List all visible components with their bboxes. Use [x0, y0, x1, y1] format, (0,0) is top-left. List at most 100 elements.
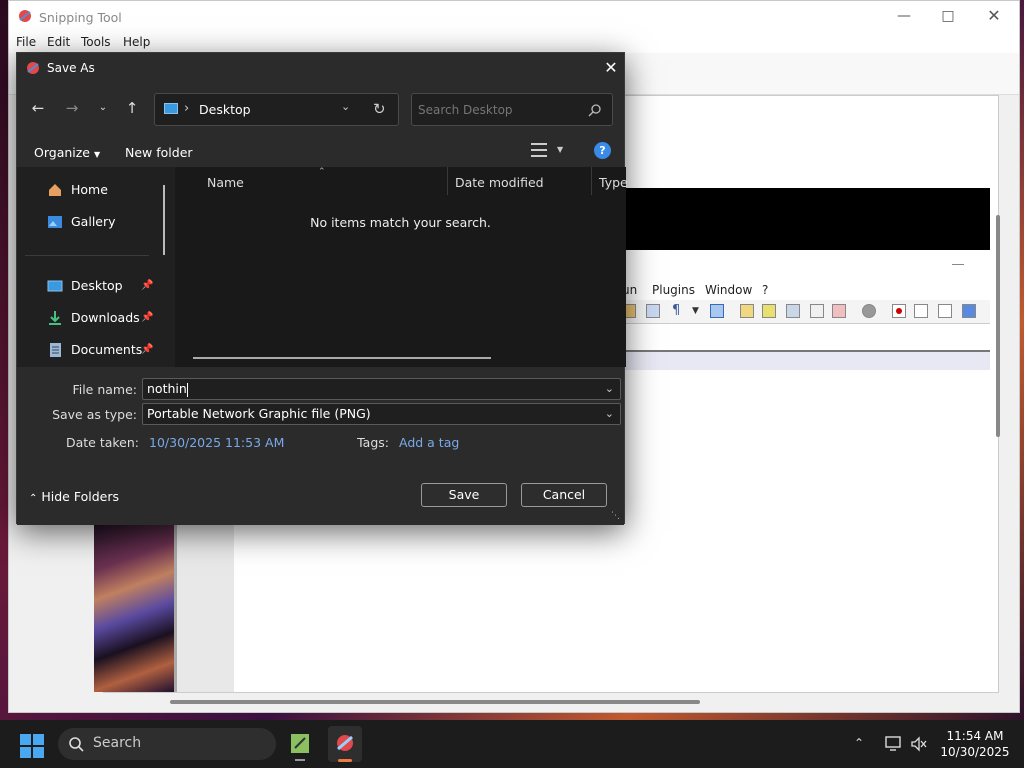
- captured-toolbar: ¶ ▼: [616, 300, 990, 324]
- close-button[interactable]: ✕: [971, 1, 1017, 31]
- horizontal-scrollbar[interactable]: [170, 700, 700, 704]
- vertical-scrollbar[interactable]: [996, 215, 1000, 437]
- save-type-select[interactable]: Portable Network Graphic file (PNG) ⌄: [142, 403, 621, 425]
- snipping-tool-icon: [27, 62, 39, 74]
- search-box[interactable]: [411, 93, 613, 126]
- view-dropdown-icon[interactable]: ▼: [557, 145, 563, 154]
- dialog-close-button[interactable]: ✕: [601, 58, 621, 78]
- pin-icon: 📌: [141, 312, 154, 323]
- sidebar-item-downloads[interactable]: Downloads 📌: [47, 307, 167, 329]
- search-icon: [588, 104, 601, 117]
- volume-muted-icon[interactable]: [910, 736, 928, 752]
- taskbar-search[interactable]: Search: [58, 728, 276, 760]
- note-icon: [762, 304, 776, 318]
- view-options-icon[interactable]: [531, 143, 547, 157]
- sort-up-icon: ⌃: [318, 167, 326, 177]
- help-icon[interactable]: ?: [594, 142, 611, 159]
- menu-tools[interactable]: Tools: [81, 35, 111, 49]
- hide-folders-label: Hide Folders: [41, 489, 119, 504]
- sidebar-item-home[interactable]: Home: [47, 179, 167, 201]
- resize-grip-icon[interactable]: ⋱: [611, 511, 620, 521]
- up-arrow-icon[interactable]: ↑: [121, 97, 143, 119]
- taskbar-search-label: Search: [93, 735, 142, 751]
- chevron-up-icon: ⌃: [29, 493, 38, 504]
- clear-icon: [832, 304, 846, 318]
- menu-help[interactable]: Help: [123, 35, 150, 49]
- sidebar-label: Documents: [71, 342, 143, 357]
- menu-edit[interactable]: Edit: [47, 35, 70, 49]
- navigation-pane: Home Gallery Desktop 📌 Downloads 📌 Docum…: [17, 167, 175, 416]
- snip-titlebar: Snipping Tool — □ ✕: [9, 1, 1019, 33]
- date-taken-value[interactable]: 10/30/2025 11:53 AM: [149, 435, 284, 450]
- captured-menu-help: ?: [762, 283, 769, 297]
- windows-start-icon[interactable]: [20, 734, 44, 758]
- documents-icon: [50, 343, 61, 357]
- indent-icon: [710, 304, 724, 318]
- comment-icon: [862, 304, 876, 318]
- dialog-title: Save As: [47, 61, 95, 75]
- desktop-icon: [164, 103, 178, 114]
- taskbar-clock[interactable]: 11:54 AM 10/30/2025: [930, 728, 1020, 760]
- record-icon: [892, 304, 906, 318]
- column-date-modified[interactable]: Date modified: [455, 175, 544, 190]
- forward-arrow-icon[interactable]: →: [61, 97, 83, 119]
- wallpaper-thumbnail: [94, 520, 174, 692]
- sidebar-label: Gallery: [71, 214, 116, 229]
- tags-label: Tags:: [357, 435, 389, 450]
- taskbar: Search ⌃ 11:54 AM 10/30/2025: [0, 720, 1024, 768]
- notepad-icon: [291, 734, 309, 753]
- fast-forward-icon: [962, 304, 976, 318]
- navigation-scrollbar[interactable]: [163, 185, 165, 255]
- stop-icon: [914, 304, 928, 318]
- edit-doc-icon: [810, 304, 824, 318]
- file-name-input[interactable]: nothin ⌄: [142, 378, 621, 400]
- empty-message: No items match your search.: [310, 215, 491, 230]
- dropdown-icon: ▼: [692, 306, 699, 316]
- pilcrow-icon: ¶: [672, 303, 681, 318]
- organize-button[interactable]: Organize ▼: [34, 145, 100, 160]
- text-caret: [186, 382, 188, 397]
- refresh-icon[interactable]: ↻: [373, 100, 386, 118]
- sidebar-item-desktop[interactable]: Desktop 📌: [47, 275, 167, 297]
- save-button[interactable]: Save: [421, 483, 507, 507]
- minimize-button[interactable]: —: [881, 1, 927, 31]
- gallery-icon: [48, 216, 62, 228]
- organize-chevron-icon: ▼: [93, 150, 101, 159]
- captured-selected-line: [616, 352, 990, 370]
- captured-minimize-glyph: [952, 264, 964, 265]
- cancel-button[interactable]: Cancel: [521, 483, 607, 507]
- show-hidden-icons-chevron-icon[interactable]: ⌃: [854, 736, 864, 750]
- file-name-label: File name:: [72, 382, 137, 397]
- menu-bar: File Edit Tools Help: [9, 33, 1019, 53]
- recent-locations-chevron-icon[interactable]: ⌄: [92, 97, 114, 119]
- save-type-dropdown-icon[interactable]: ⌄: [605, 404, 614, 424]
- menu-file[interactable]: File: [16, 35, 36, 49]
- address-bar[interactable]: › Desktop ⌄ ↻: [154, 93, 399, 126]
- column-header: ⌃ Name Date modified Type: [175, 167, 628, 197]
- pin-icon: 📌: [141, 280, 154, 291]
- search-input[interactable]: [418, 100, 578, 120]
- sidebar-item-documents[interactable]: Documents 📌: [47, 339, 167, 361]
- captured-black-band: [620, 188, 990, 250]
- list-horizontal-scrollbar[interactable]: [193, 357, 491, 359]
- back-arrow-icon[interactable]: ←: [27, 97, 49, 119]
- sidebar-item-gallery[interactable]: Gallery: [47, 211, 167, 233]
- column-name[interactable]: Name: [207, 175, 244, 190]
- new-folder-button[interactable]: New folder: [125, 145, 193, 160]
- hide-folders-button[interactable]: ⌃ Hide Folders: [29, 489, 119, 504]
- canvas-side-strip: [174, 520, 234, 692]
- column-type[interactable]: Type: [599, 175, 628, 190]
- add-tag-link[interactable]: Add a tag: [399, 435, 459, 450]
- copy-icon: [786, 304, 800, 318]
- save-as-dialog: Save As ✕ ← → ⌄ ↑ › Desktop ⌄ ↻ Organize…: [16, 52, 628, 525]
- active-indicator: [338, 759, 352, 762]
- save-type-label: Save as type:: [52, 407, 137, 422]
- taskbar-app-snipping-tool[interactable]: [328, 726, 362, 762]
- network-icon[interactable]: [885, 736, 903, 752]
- taskbar-app-notepad[interactable]: [283, 726, 317, 762]
- file-name-dropdown-icon[interactable]: ⌄: [605, 379, 614, 399]
- captured-menu-window: Window: [705, 283, 753, 297]
- breadcrumb-desktop[interactable]: Desktop: [199, 102, 251, 117]
- maximize-button[interactable]: □: [925, 1, 971, 31]
- address-dropdown-icon[interactable]: ⌄: [341, 100, 350, 113]
